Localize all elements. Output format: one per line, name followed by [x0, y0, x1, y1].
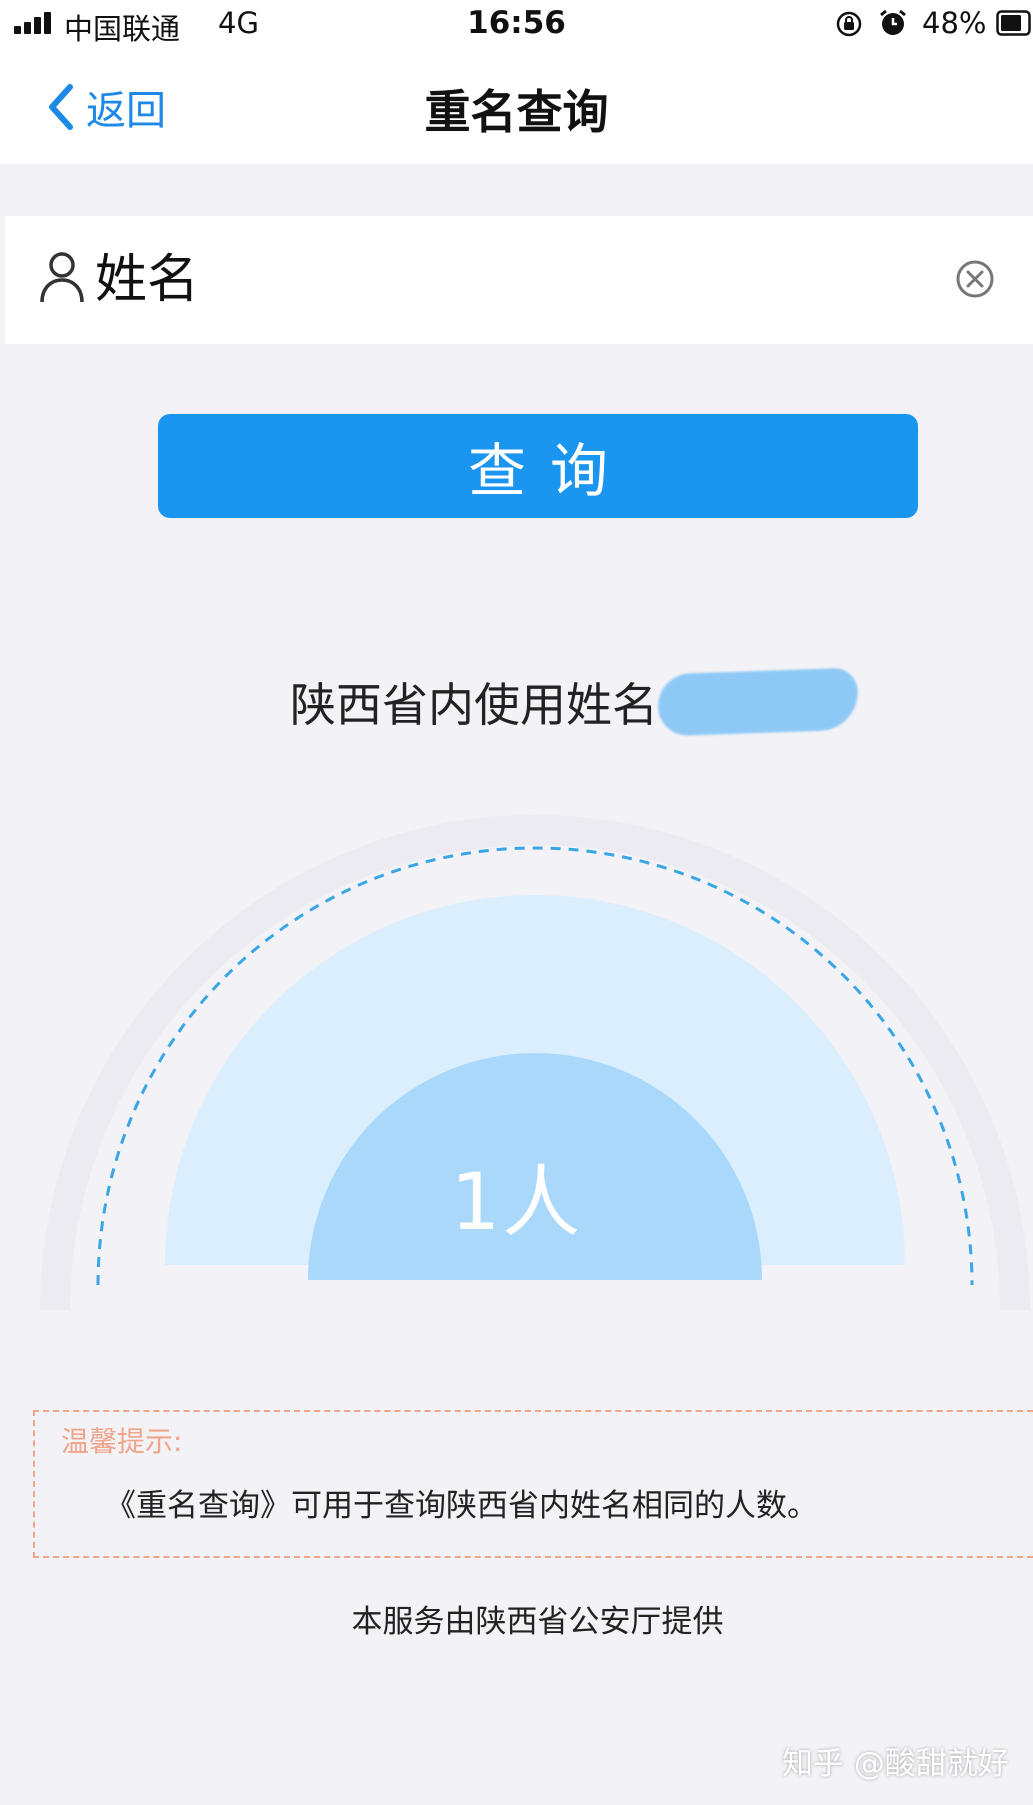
person-icon: [40, 252, 84, 303]
name-input-row: [5, 216, 1033, 344]
alarm-icon: [880, 9, 906, 35]
result-count: 1人: [450, 1158, 583, 1248]
tips-box: 温馨提示: 《重名查询》可用于查询陕西省内姓名相同的人数。: [33, 1410, 1033, 1558]
query-button[interactable]: 查询: [158, 414, 918, 518]
redacted-name: [656, 667, 860, 737]
battery-icon: [996, 10, 1031, 36]
service-provider-text: 本服务由陕西省公安厅提供: [351, 1604, 724, 1640]
name-input[interactable]: [93, 236, 917, 324]
nav-bar: 返回 重名查询: [0, 48, 1033, 164]
battery-percent: 48%: [922, 6, 987, 40]
result-text: 陕西省内使用姓名: [290, 678, 658, 732]
watermark: 知乎 @酸甜就好: [782, 1746, 1009, 1782]
tips-title: 温馨提示:: [61, 1425, 183, 1458]
status-bar: 中国联通 4G 16:56 48%: [0, 0, 1033, 48]
page-title: 重名查询: [424, 85, 609, 139]
clear-icon[interactable]: [954, 258, 996, 300]
result-line: 陕西省内使用姓名: [290, 667, 860, 737]
tips-body: 《重名查询》可用于查询陕西省内姓名相同的人数。: [105, 1488, 818, 1524]
orientation-lock-icon: [836, 11, 862, 37]
